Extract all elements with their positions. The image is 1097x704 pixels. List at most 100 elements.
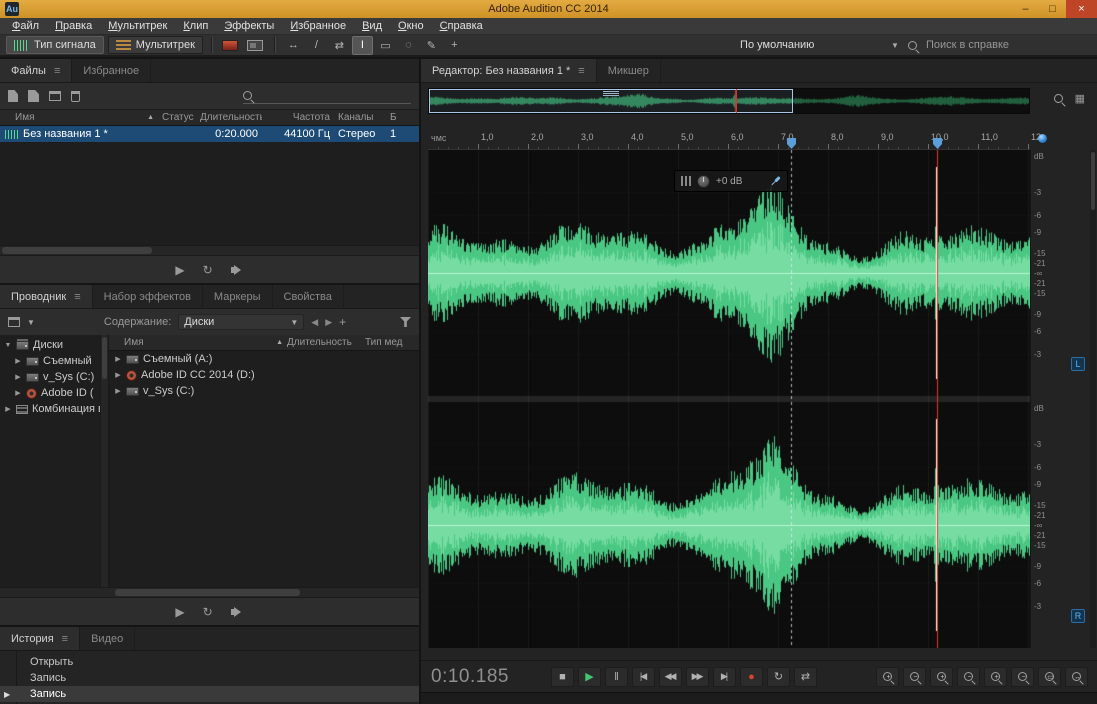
column-header[interactable]: Длительность bbox=[196, 112, 262, 123]
column-header[interactable]: Имя ▲ bbox=[0, 112, 158, 123]
play-button[interactable]: ▶ bbox=[578, 666, 601, 687]
expand-icon[interactable]: ▶ bbox=[114, 355, 122, 363]
horizontal-scrollbar[interactable] bbox=[0, 587, 419, 597]
expand-icon[interactable]: ▶ bbox=[114, 371, 122, 379]
expand-icon[interactable]: ▶ bbox=[14, 357, 22, 365]
open-file-icon[interactable] bbox=[28, 90, 39, 102]
stop-button[interactable]: ■ bbox=[551, 666, 574, 687]
column-header[interactable]: Б bbox=[386, 112, 419, 123]
chevron-down-icon[interactable]: ▼ bbox=[27, 318, 35, 327]
spectral-pitch-toggle[interactable] bbox=[245, 36, 266, 55]
tree-item[interactable]: ▼ Диски bbox=[0, 337, 100, 353]
right-channel-button[interactable]: R bbox=[1071, 609, 1085, 623]
scrollbar-thumb[interactable] bbox=[115, 589, 300, 596]
vertical-scrollbar[interactable] bbox=[100, 335, 109, 587]
add-shortcut-icon[interactable]: + bbox=[339, 315, 346, 329]
tab[interactable]: Свойства bbox=[273, 285, 344, 308]
tree-item[interactable]: ▶ Комбинация в bbox=[0, 401, 100, 417]
list-item[interactable]: ▶ v_Sys (C:) bbox=[109, 383, 419, 399]
range-grip-icon[interactable] bbox=[603, 91, 619, 97]
vertical-scrollbar[interactable] bbox=[1090, 150, 1096, 648]
expand-icon[interactable]: ▶ bbox=[4, 405, 12, 413]
skip-to-start-button[interactable]: |◀ bbox=[632, 666, 655, 687]
tab[interactable]: Проводник ≡ bbox=[0, 285, 93, 308]
tree-item[interactable]: ▶ v_Sys (C:) bbox=[0, 369, 100, 385]
shortcuts-icon[interactable] bbox=[8, 317, 20, 327]
expand-icon[interactable]: ▶ bbox=[14, 373, 22, 381]
left-channel-button[interactable]: L bbox=[1071, 357, 1085, 371]
loop-playback-button[interactable]: ↻ bbox=[203, 263, 213, 277]
close-button[interactable]: × bbox=[1066, 0, 1097, 18]
delete-icon[interactable] bbox=[71, 90, 80, 102]
amplitude-ruler[interactable]: dB -3 -3 -6 -6 -9 -9 -15 -15 -21 -21 -∞ dB -3 -3 -6 -6 -9… bbox=[1030, 150, 1064, 648]
menu-item[interactable]: Вид bbox=[354, 19, 390, 33]
panel-menu-icon[interactable]: ≡ bbox=[578, 65, 584, 77]
history-item[interactable]: Открыть bbox=[0, 654, 419, 670]
menu-item[interactable]: Справка bbox=[432, 19, 491, 33]
volume-hud[interactable]: +0 dB bbox=[674, 170, 788, 192]
menu-item[interactable]: Правка bbox=[47, 19, 100, 33]
grid-icon[interactable]: ▦ bbox=[1075, 92, 1085, 105]
tab[interactable]: Избранное bbox=[72, 59, 152, 82]
content-dropdown[interactable]: Диски ▼ bbox=[178, 314, 305, 330]
pin-icon[interactable] bbox=[767, 173, 784, 190]
time-display[interactable]: 0:10.185 bbox=[431, 666, 539, 688]
chevron-down-icon[interactable]: ▼ bbox=[891, 41, 899, 50]
zoom-selection-button[interactable]: ▭ bbox=[1038, 666, 1061, 687]
maximize-button[interactable]: □ bbox=[1039, 0, 1066, 18]
waveform-display[interactable] bbox=[428, 150, 1030, 648]
list-item[interactable]: ▶ Adobe ID CC 2014 (D:) bbox=[109, 367, 419, 383]
workspace-select[interactable]: По умолчанию bbox=[740, 39, 882, 51]
search-icon[interactable] bbox=[907, 40, 917, 50]
history-item[interactable]: ▶ Запись bbox=[0, 686, 419, 702]
menu-item[interactable]: Избранное bbox=[282, 19, 354, 33]
filter-icon[interactable] bbox=[400, 317, 411, 327]
menu-item[interactable]: Мультитрек bbox=[100, 19, 175, 33]
back-icon[interactable]: ◀ bbox=[311, 317, 318, 328]
tab[interactable]: История ≡ bbox=[0, 627, 81, 650]
column-header[interactable]: Длительность bbox=[287, 337, 365, 348]
zoom-full-button[interactable]: ↔ bbox=[1065, 666, 1088, 687]
tab[interactable]: Редактор: Без названия 1 * ≡ bbox=[421, 59, 597, 82]
panel-menu-icon[interactable]: ≡ bbox=[54, 65, 60, 77]
record-button[interactable]: ● bbox=[740, 666, 763, 687]
tab[interactable]: Видео bbox=[80, 627, 136, 650]
tab[interactable]: Набор эффектов bbox=[93, 285, 203, 308]
zoom-out-time-button[interactable]: − bbox=[957, 666, 980, 687]
tree-item[interactable]: ▶ Adobe ID ( bbox=[0, 385, 100, 401]
play-button[interactable]: ▶ bbox=[175, 263, 184, 277]
zoom-out-amplitude-button[interactable]: − bbox=[1011, 666, 1034, 687]
scrollbar-thumb[interactable] bbox=[2, 247, 152, 254]
column-header[interactable]: Каналы bbox=[334, 112, 386, 123]
expand-icon[interactable]: ▶ bbox=[14, 389, 22, 397]
forward-icon[interactable]: ▶ bbox=[325, 317, 332, 328]
multitrack-view-button[interactable]: Мультитрек bbox=[107, 36, 203, 54]
loop-playback-button[interactable]: ↻ bbox=[203, 605, 213, 619]
file-row[interactable]: Без названия 1 * 0:20.000 44100 Гц Стере… bbox=[0, 126, 419, 142]
skip-to-end-button[interactable]: ▶| bbox=[713, 666, 736, 687]
menu-item[interactable]: Файл bbox=[4, 19, 47, 33]
rewind-button[interactable]: ◀◀ bbox=[659, 666, 682, 687]
media-browser-icon[interactable] bbox=[49, 91, 61, 101]
list-item[interactable]: ▶ Съемный (A:) bbox=[109, 351, 419, 367]
column-header[interactable]: Статус bbox=[158, 112, 196, 123]
move-tool[interactable]: ↔ bbox=[283, 36, 304, 55]
gain-knob[interactable] bbox=[697, 174, 710, 188]
tree-item[interactable]: ▶ Съемный bbox=[0, 353, 100, 369]
playhead-handle[interactable] bbox=[933, 138, 942, 149]
zoom-in-time-button[interactable]: + bbox=[930, 666, 953, 687]
zoom-navigator[interactable] bbox=[428, 88, 1030, 114]
spectral-frequency-toggle[interactable] bbox=[220, 36, 241, 55]
time-selection-tool[interactable]: I bbox=[351, 35, 373, 55]
skip-selection-button[interactable]: ⇄ bbox=[794, 666, 817, 687]
waveform-view-button[interactable]: Тип сигнала bbox=[6, 36, 104, 54]
zoom-in-button[interactable]: + bbox=[876, 666, 899, 687]
tab[interactable]: Файлы ≡ bbox=[0, 59, 73, 82]
tab[interactable]: Микшер bbox=[597, 59, 661, 82]
column-header[interactable]: Частота bbox=[262, 112, 334, 123]
marquee-selection-tool[interactable]: ▭ bbox=[375, 36, 396, 55]
slip-tool[interactable]: ⇄ bbox=[329, 36, 350, 55]
autoplay-button[interactable] bbox=[230, 264, 244, 276]
paintbrush-tool[interactable]: ✎ bbox=[421, 36, 442, 55]
panel-menu-icon[interactable]: ≡ bbox=[74, 291, 80, 303]
